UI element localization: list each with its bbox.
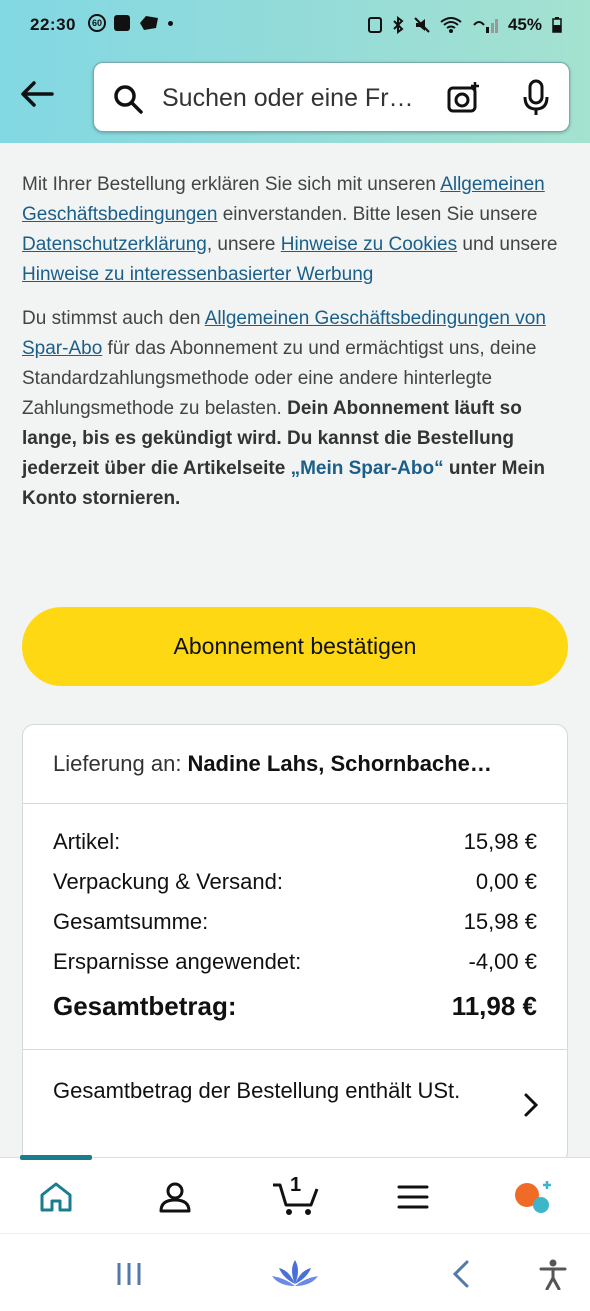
vat-note: Gesamtbetrag der Bestellung enthält USt. bbox=[53, 1078, 461, 1103]
sparabo-paragraph: Du stimmst auch den Allgemeinen Geschäft… bbox=[22, 308, 546, 509]
back-button[interactable] bbox=[18, 76, 58, 112]
more-notifications-icon bbox=[168, 20, 173, 26]
privacy-link[interactable]: Datenschutzerklärung bbox=[22, 234, 207, 255]
battery-percentage: 45% bbox=[507, 15, 542, 34]
vibrate-icon bbox=[367, 17, 382, 33]
search-icon bbox=[114, 85, 143, 114]
chevron-right-icon bbox=[524, 1093, 539, 1117]
tab-rufus[interactable] bbox=[508, 1172, 558, 1222]
summary-row-total: Gesamtbetrag: 11,98 € bbox=[53, 990, 537, 1021]
cart-count-badge: 1 bbox=[290, 1174, 302, 1196]
search-bar[interactable]: Suchen oder eine Fr… bbox=[93, 62, 570, 132]
confirm-subscription-button[interactable]: Abonnement bestätigen bbox=[22, 607, 568, 686]
active-tab-indicator bbox=[20, 1155, 92, 1160]
status-right: 45% bbox=[367, 15, 562, 35]
tab-account[interactable] bbox=[150, 1172, 200, 1222]
search-input[interactable]: Suchen oder eine Fr… bbox=[162, 84, 414, 113]
recent-apps-icon bbox=[117, 1263, 141, 1285]
delivery-name: Nadine Lahs, Schornbache… bbox=[187, 751, 492, 776]
summary-row-shipping: Verpackung & Versand: 0,00 € bbox=[53, 869, 537, 894]
rufus-icon bbox=[515, 1181, 551, 1213]
camera-icon[interactable] bbox=[446, 81, 482, 115]
tab-home[interactable] bbox=[31, 1172, 81, 1222]
status-left-icons: 60 bbox=[88, 14, 173, 32]
ads-link[interactable]: Hinweise zu interessenbasierter Werbung bbox=[22, 264, 373, 285]
accessibility-icon bbox=[539, 1259, 567, 1290]
notification-badge-icon: 60 bbox=[88, 14, 106, 32]
home-nav-icon bbox=[272, 1260, 318, 1286]
terms-paragraph: Mit Ihrer Bestellung erklären Sie sich m… bbox=[22, 174, 558, 285]
home-nav-button[interactable] bbox=[268, 1254, 322, 1294]
bluetooth-icon bbox=[393, 16, 404, 34]
cookies-link[interactable]: Hinweise zu Cookies bbox=[281, 234, 457, 255]
mein-sparabo-link[interactable]: „Mein Spar-Abo“ bbox=[291, 458, 444, 479]
account-icon bbox=[159, 1182, 191, 1213]
tab-menu[interactable] bbox=[388, 1172, 438, 1222]
price-summary: Artikel: 15,98 € Verpackung & Versand: 0,0… bbox=[23, 804, 567, 1050]
order-summary-card: Lieferung an: Nadine Lahs, Schornbache… … bbox=[22, 724, 568, 1164]
signal-icon bbox=[473, 19, 498, 33]
summary-row-subtotal: Gesamtsumme: 15,98 € bbox=[53, 909, 537, 934]
menu-icon bbox=[397, 1185, 429, 1209]
summary-row-savings: Ersparnisse angewendet: -4,00 € bbox=[53, 949, 537, 974]
home-icon bbox=[40, 1182, 72, 1212]
bottom-tab-bar: 1 bbox=[0, 1155, 590, 1233]
legal-text: Mit Ihrer Bestellung erklären Sie sich m… bbox=[22, 170, 570, 528]
delivery-label: Lieferung an: bbox=[53, 751, 182, 776]
checkbox-notification-icon bbox=[114, 15, 130, 31]
android-nav-bar bbox=[0, 1233, 590, 1311]
back-nav-icon bbox=[452, 1260, 469, 1288]
mute-icon bbox=[414, 17, 430, 33]
wifi-icon bbox=[440, 17, 462, 33]
summary-row-items: Artikel: 15,98 € bbox=[53, 829, 537, 854]
app-notification-icon bbox=[140, 16, 158, 30]
back-nav-button[interactable] bbox=[444, 1254, 478, 1294]
status-time: 22:30 bbox=[30, 15, 76, 34]
tab-cart[interactable]: 1 bbox=[268, 1172, 324, 1222]
battery-icon bbox=[552, 17, 562, 33]
recent-apps-button[interactable] bbox=[112, 1254, 146, 1294]
delivery-address-row[interactable]: Lieferung an: Nadine Lahs, Schornbache… bbox=[23, 725, 567, 804]
vat-info-row[interactable]: Gesamtbetrag der Bestellung enthält USt. bbox=[23, 1050, 567, 1160]
accessibility-button[interactable] bbox=[536, 1254, 570, 1294]
back-arrow-icon bbox=[21, 81, 54, 107]
status-bar: 22:30 60 45% bbox=[0, 0, 590, 52]
microphone-icon[interactable] bbox=[521, 79, 551, 117]
